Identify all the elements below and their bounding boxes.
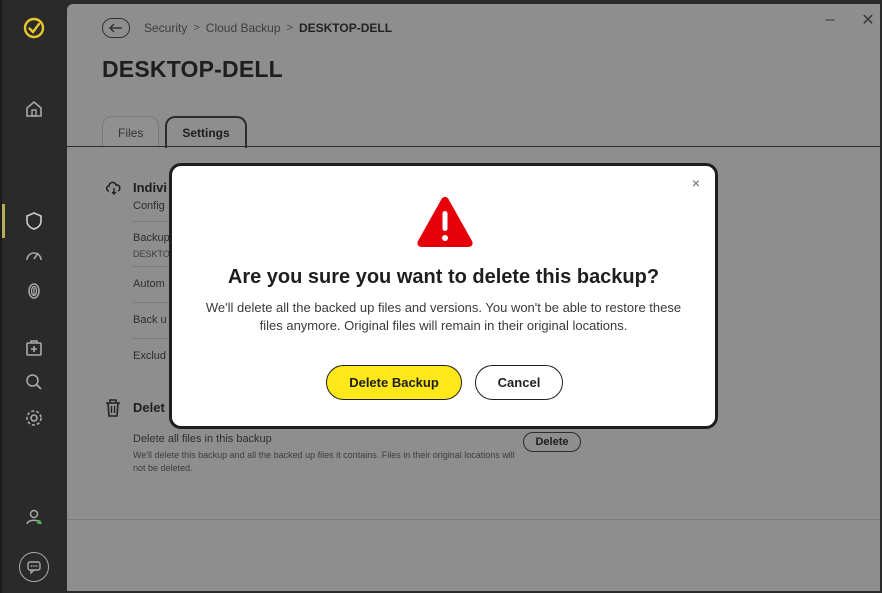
home-icon[interactable] [22,97,46,121]
account-icon[interactable] [22,505,46,529]
cloud-sync-icon [104,178,124,198]
dialog-message: We'll delete all the backed up files and… [205,300,682,333]
setting-automatic-label: Autom [133,278,165,290]
shield-icon[interactable] [22,209,46,233]
divider [67,519,880,520]
tab-settings[interactable]: Settings [165,116,247,148]
setting-backup-up-label: Back u [133,314,167,326]
arrow-left-icon [109,23,122,33]
breadcrumb: Security > Cloud Backup > DESKTOP-DELL [144,21,392,35]
delete-confirm-dialog: × Are you sure you want to delete this b… [169,163,718,429]
chevron-right-icon: > [286,22,293,34]
speedometer-icon[interactable] [22,244,46,268]
delete-backup-button[interactable]: Delete Backup [326,365,462,400]
warning-icon [416,194,474,250]
setting-backup-label: Backup [133,232,170,244]
fingerprint-icon[interactable] [22,279,46,303]
dialog-close-button[interactable]: × [689,176,703,190]
back-button[interactable] [102,18,130,38]
delete-all-label: Delete all files in this backup [133,433,272,445]
medkit-icon[interactable] [22,336,46,360]
tab-bar: Files Settings [102,116,247,148]
tab-files[interactable]: Files [102,116,160,148]
breadcrumb-current: DESKTOP-DELL [298,21,393,35]
setting-exclude-label: Exclud [133,350,167,362]
section-delete-title: Delet [133,400,165,415]
search-icon[interactable] [22,370,46,394]
gear-icon[interactable] [22,406,46,430]
chevron-right-icon: > [193,22,200,34]
sidebar-active-indicator [2,204,5,238]
dialog-title: Are you sure you want to delete this bac… [227,266,660,288]
delete-files-button[interactable]: Delete [523,432,581,452]
window-close-button[interactable]: ✕ [860,12,876,29]
page-title: DESKTOP-DELL [102,56,283,82]
chat-support-icon[interactable] [19,552,49,582]
norton-logo-icon[interactable] [22,16,46,40]
section-individual-title: Indivi [133,180,167,195]
setting-backup-value: DESKTO [133,249,170,259]
minimize-button[interactable]: – [822,11,838,28]
sidebar [0,0,67,593]
breadcrumb-security[interactable]: Security [144,21,187,35]
delete-all-description: We'll delete this backup and all the bac… [133,450,515,473]
tab-divider [67,146,880,147]
window-controls: – ✕ [822,11,876,29]
section-individual-subtitle: Config [133,200,165,212]
breadcrumb-cloud-backup[interactable]: Cloud Backup [206,21,281,35]
cancel-button[interactable]: Cancel [475,365,563,400]
trash-icon [104,398,124,418]
